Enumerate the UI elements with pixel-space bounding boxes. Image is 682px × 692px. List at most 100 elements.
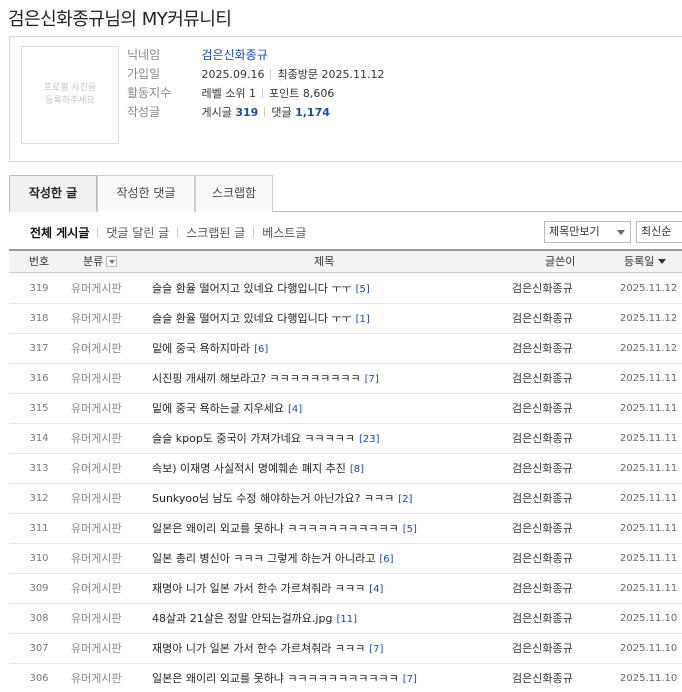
post-category[interactable]: 유머게시판 [71, 604, 122, 633]
post-author[interactable]: 검은신화종규 [512, 664, 573, 692]
table-row: 316 유머게시판 시진핑 개새끼 해보라고? ㅋㅋㅋㅋㅋㅋㅋㅋㅋ [7] 검은신화종규… [9, 364, 682, 394]
post-author[interactable]: 검은신화종규 [512, 634, 573, 663]
post-category[interactable]: 유머게시판 [71, 394, 122, 423]
post-title-link[interactable]: 시진핑 개새끼 해보라고? ㅋㅋㅋㅋㅋㅋㅋㅋㅋ [152, 372, 361, 385]
post-category[interactable]: 유머게시판 [71, 274, 122, 303]
post-date: 2025.11.11 [620, 523, 678, 534]
post-category[interactable]: 유머게시판 [71, 544, 122, 573]
post-author[interactable]: 검은신화종규 [512, 574, 573, 603]
post-category[interactable]: 유머게시판 [71, 634, 122, 663]
post-author[interactable]: 검은신화종규 [512, 364, 573, 393]
header-title: 제목 [314, 255, 335, 268]
post-title-link[interactable]: 밑에 중국 욕하는글 지우세요 [152, 402, 284, 415]
post-title-cell: 밑에 중국 욕하는글 지우세요 [4] [152, 394, 302, 423]
comment-count-link[interactable]: [23] [359, 434, 380, 445]
post-title-link[interactable]: 재명아 니가 일본 가서 한수 가르쳐줘라 ㅋㅋㅋ [152, 582, 365, 595]
view-mode-select[interactable]: 제목만보기 [544, 221, 631, 243]
posts-label: 작성글 [127, 105, 161, 119]
avatar: 프로필 사진을 등록하주세요 [21, 46, 119, 144]
comment-count-link[interactable]: [1] [356, 314, 370, 325]
divider [270, 69, 272, 79]
table-row: 307 유머게시판 재명아 니가 일본 가서 한수 가르쳐줘라 ㅋㅋㅋ [7] 검은신화… [9, 634, 682, 664]
profile-info: 닉네임 검은신화종규 가입일 2025.09.16 최종방문 2025.11.12… [127, 46, 384, 122]
post-title-link[interactable]: 일본은 왜이리 외교를 못하냐 ㅋㅋㅋㅋㅋㅋㅋㅋㅋㅋㅋ [152, 672, 399, 685]
tab-scraps[interactable]: 스크랩함 [195, 175, 273, 212]
post-title-link[interactable]: 재명아 니가 일본 가서 한수 가르쳐줘라 ㅋㅋㅋ [152, 642, 365, 655]
post-category[interactable]: 유머게시판 [71, 364, 122, 393]
post-number: 316 [29, 373, 49, 384]
comment-count-link[interactable]: [6] [379, 554, 393, 565]
comment-count-link[interactable]: [4] [369, 584, 383, 595]
filter-commented-posts[interactable]: 댓글 달린 글 [106, 224, 169, 241]
post-category[interactable]: 유머게시판 [71, 484, 122, 513]
post-count: 319 [235, 106, 259, 119]
post-title-cell: Sunkyoo님 남도 수정 해야하는거 아닌가요? ㅋㅋㅋ [2] [152, 484, 412, 513]
post-category[interactable]: 유머게시판 [71, 664, 122, 692]
comment-count-link[interactable]: [6] [254, 344, 268, 355]
post-author[interactable]: 검은신화종규 [512, 484, 573, 513]
filter-all-posts[interactable]: 전체 게시글 [30, 224, 89, 241]
filter-scrapped-posts[interactable]: 스크랩된 글 [186, 224, 245, 241]
comment-count-link[interactable]: [2] [398, 494, 412, 505]
post-category[interactable]: 유머게시판 [71, 424, 122, 453]
post-category[interactable]: 유머게시판 [71, 454, 122, 483]
post-number: 314 [29, 433, 49, 444]
post-number: 306 [29, 673, 49, 684]
post-author[interactable]: 검은신화종규 [512, 424, 573, 453]
tab-written-comments[interactable]: 작성한 댓글 [97, 175, 195, 212]
tab-written-posts[interactable]: 작성한 글 [9, 175, 97, 212]
divider [264, 107, 266, 117]
post-category[interactable]: 유머게시판 [71, 304, 122, 333]
post-title-link[interactable]: 슬슬 kpop도 중국이 가져가네요 ㅋㅋㅋㅋㅋ [152, 432, 355, 445]
category-filter-icon[interactable] [106, 256, 118, 267]
comment-count-label: 댓글 [271, 106, 292, 119]
post-author[interactable]: 검은신화종규 [512, 274, 573, 303]
comment-count-link[interactable]: [5] [403, 524, 417, 535]
post-date: 2025.11.11 [620, 583, 678, 594]
post-author[interactable]: 검은신화종규 [512, 544, 573, 573]
post-title-link[interactable]: 일본은 왜이리 외교를 못하냐 ㅋㅋㅋㅋㅋㅋㅋㅋㅋㅋㅋ [152, 522, 399, 535]
post-author[interactable]: 검은신화종규 [512, 514, 573, 543]
table-row: 310 유머게시판 일본 총리 병신아 ㅋㅋㅋ 그렇게 하는거 아니라고 [6] 검은신… [9, 544, 682, 574]
post-category[interactable]: 유머게시판 [71, 514, 122, 543]
nickname-link[interactable]: 검은신화종규 [202, 48, 268, 62]
comment-count-link[interactable]: [11] [336, 614, 357, 625]
post-title-cell: 시진핑 개새끼 해보라고? ㅋㅋㅋㅋㅋㅋㅋㅋㅋ [7] [152, 364, 379, 393]
table-row: 318 유머게시판 슬슬 환율 떨어지고 있네요 다행입니다 ㅜㅜ [1] 검은신화종규… [9, 304, 682, 334]
comment-count-link[interactable]: [7] [369, 644, 383, 655]
posts-row: 작성글 게시글 319 댓글 1,174 [127, 103, 384, 122]
post-category[interactable]: 유머게시판 [71, 334, 122, 363]
nickname-row: 닉네임 검은신화종규 [127, 46, 384, 65]
post-author[interactable]: 검은신화종규 [512, 604, 573, 633]
comment-count-link[interactable]: [5] [356, 284, 370, 295]
comment-count-link[interactable]: [7] [403, 674, 417, 685]
post-title-link[interactable]: 48살과 21살은 정말 안되는걸까요.jpg [152, 612, 332, 625]
divider [97, 227, 99, 238]
post-category[interactable]: 유머게시판 [71, 574, 122, 603]
post-title-link[interactable]: 밑에 중국 욕하지마라 [152, 342, 250, 355]
comment-count-link[interactable]: [7] [365, 374, 379, 385]
filter-best-posts[interactable]: 베스트글 [262, 224, 306, 241]
post-title-link[interactable]: 슬슬 환율 떨어지고 있네요 다행입니다 ㅜㅜ [152, 312, 352, 325]
divider [253, 227, 255, 238]
comment-count-link[interactable]: [4] [288, 404, 302, 415]
post-title-link[interactable]: 슬슬 환율 떨어지고 있네요 다행입니다 ㅜㅜ [152, 282, 352, 295]
post-number: 311 [29, 523, 49, 534]
post-date: 2025.11.12 [620, 343, 678, 354]
post-author[interactable]: 검은신화종규 [512, 334, 573, 363]
post-author[interactable]: 검은신화종규 [512, 394, 573, 423]
header-date[interactable]: 등록일 [624, 251, 667, 273]
chevron-down-icon [617, 230, 625, 235]
level-value: 레벨 소위 1 [201, 87, 256, 100]
comment-count-link[interactable]: [8] [350, 464, 364, 475]
post-title-link[interactable]: Sunkyoo님 남도 수정 해야하는거 아닌가요? ㅋㅋㅋ [152, 492, 394, 505]
post-title-link[interactable]: 속보) 이재명 사실적시 명예훼손 폐지 추진 [152, 462, 346, 475]
activity-label: 활동지수 [127, 86, 172, 100]
post-author[interactable]: 검은신화종규 [512, 304, 573, 333]
post-title-cell: 재명아 니가 일본 가서 한수 가르쳐줘라 ㅋㅋㅋ [4] [152, 574, 383, 603]
post-title-link[interactable]: 일본 총리 병신아 ㅋㅋㅋ 그렇게 하는거 아니라고 [152, 552, 375, 565]
post-author[interactable]: 검은신화종규 [512, 454, 573, 483]
join-date: 2025.09.16 [201, 68, 265, 81]
post-number: 313 [29, 463, 49, 474]
sort-select[interactable]: 최신순 [636, 221, 682, 243]
